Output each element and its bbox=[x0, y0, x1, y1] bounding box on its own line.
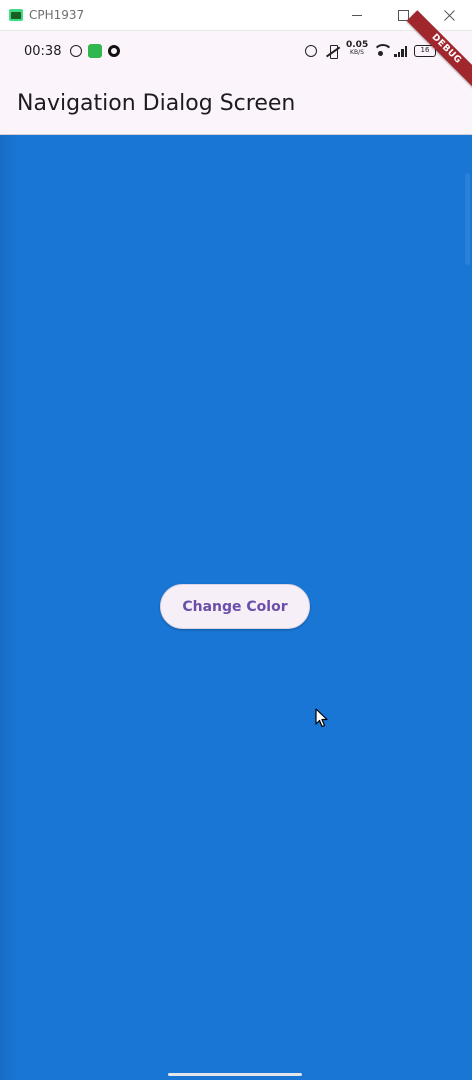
scrollbar[interactable] bbox=[465, 173, 470, 265]
close-icon bbox=[443, 10, 455, 21]
app-bar: Navigation Dialog Screen bbox=[0, 73, 472, 135]
screen-body: Change Color bbox=[0, 135, 472, 1080]
status-bar: 00:38 0.05 KB/S 16 bbox=[0, 31, 472, 73]
window-title-bar: CPH1937 bbox=[0, 0, 472, 31]
minimize-button[interactable] bbox=[334, 0, 380, 31]
network-speed: 0.05 KB/S bbox=[346, 41, 368, 56]
status-time: 00:38 bbox=[24, 44, 62, 59]
vibrate-icon bbox=[325, 45, 341, 59]
window-title: CPH1937 bbox=[29, 8, 85, 22]
alarm-icon bbox=[305, 45, 317, 57]
wifi-icon bbox=[373, 44, 393, 56]
target-icon bbox=[108, 45, 120, 57]
whatsapp-icon bbox=[70, 45, 82, 57]
signal-icon bbox=[394, 46, 408, 57]
mouse-cursor-icon bbox=[315, 708, 328, 728]
green-app-icon bbox=[88, 44, 102, 58]
change-color-button[interactable]: Change Color bbox=[160, 584, 310, 629]
network-speed-unit: KB/S bbox=[350, 49, 364, 56]
page-title: Navigation Dialog Screen bbox=[17, 91, 296, 116]
android-app-icon bbox=[9, 9, 23, 21]
home-indicator[interactable] bbox=[168, 1073, 302, 1076]
